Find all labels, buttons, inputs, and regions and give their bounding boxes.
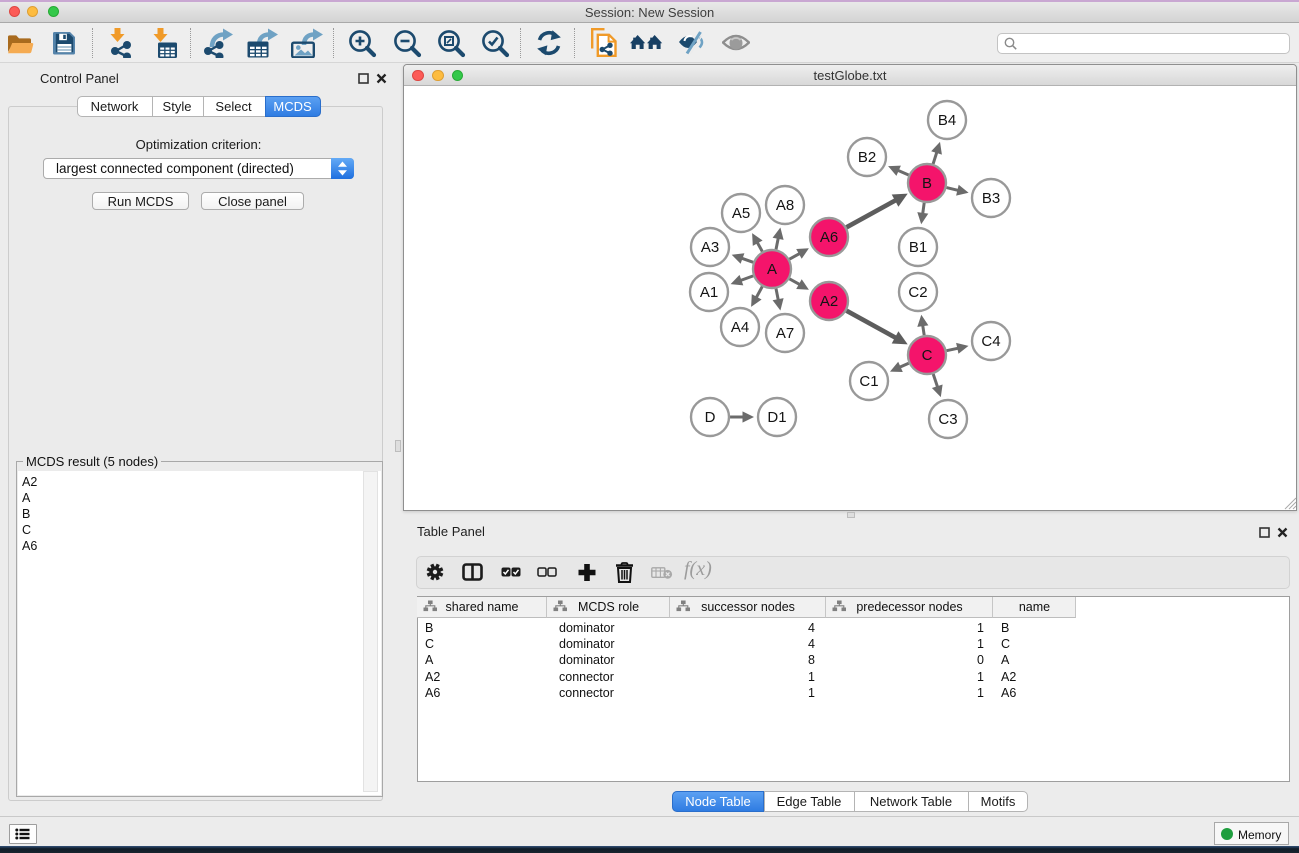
- svg-text:A4: A4: [731, 319, 749, 336]
- svg-text:A5: A5: [732, 205, 750, 222]
- svg-text:A8: A8: [776, 197, 794, 214]
- svg-text:C2: C2: [908, 284, 927, 301]
- svg-text:D1: D1: [767, 409, 786, 426]
- svg-text:A7: A7: [776, 325, 794, 342]
- svg-text:C4: C4: [981, 333, 1000, 350]
- svg-text:B2: B2: [858, 149, 876, 166]
- svg-text:A1: A1: [700, 284, 718, 301]
- svg-text:B3: B3: [982, 190, 1000, 207]
- svg-text:C3: C3: [938, 411, 957, 428]
- svg-text:A: A: [767, 261, 777, 278]
- svg-text:C: C: [922, 347, 933, 364]
- svg-text:A2: A2: [820, 293, 838, 310]
- svg-text:B4: B4: [938, 112, 956, 129]
- svg-text:C1: C1: [859, 373, 878, 390]
- svg-text:A3: A3: [701, 239, 719, 256]
- svg-text:D: D: [705, 409, 716, 426]
- svg-text:B1: B1: [909, 239, 927, 256]
- svg-text:A6: A6: [820, 229, 838, 246]
- svg-text:B: B: [922, 175, 932, 192]
